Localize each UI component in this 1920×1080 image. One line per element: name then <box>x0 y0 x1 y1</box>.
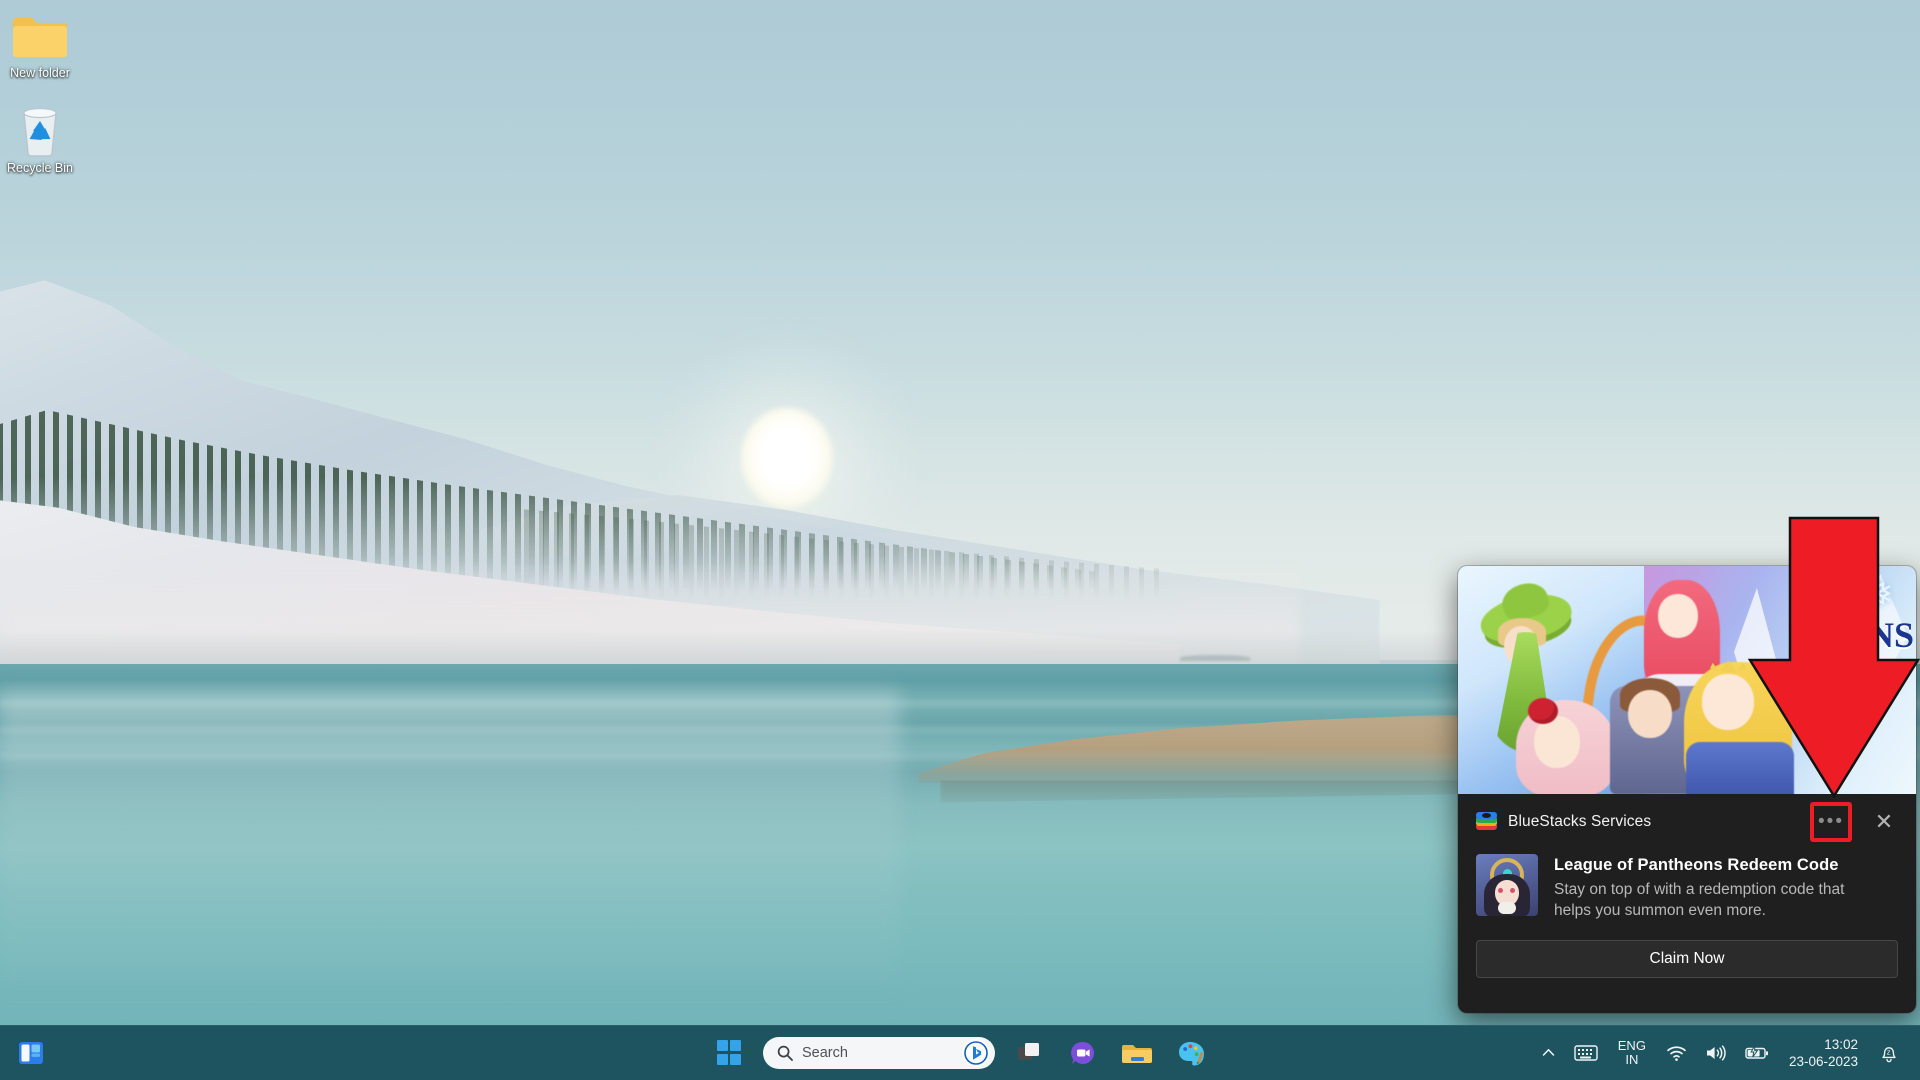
paint-icon <box>1179 1041 1204 1065</box>
recycle-bin-icon <box>0 103 88 157</box>
bell-dnd-icon: z <box>1882 1046 1896 1062</box>
banner-character-face <box>1702 674 1754 730</box>
file-explorer-icon <box>1122 1044 1152 1063</box>
volume-icon <box>1706 1044 1726 1061</box>
battery-icon <box>1745 1044 1768 1059</box>
taskbar: Search ENG IN 13:02 23-06-2023 z <box>0 1025 1920 1080</box>
tray-time: 13:02 <box>1824 1036 1858 1052</box>
banner-character-face <box>1628 690 1672 738</box>
banner-game-logo-of: OF <box>1825 644 1844 659</box>
desktop-icon-recycle-bin[interactable]: Recycle Bin <box>0 103 88 175</box>
notification-toast[interactable]: ❅ LE OF NS BlueStacks Services ••• ✕ Lea… <box>1458 566 1916 1013</box>
thumbnail-eye <box>1498 888 1503 893</box>
language-primary: ENG <box>1617 1037 1646 1053</box>
notification-thumbnail <box>1476 854 1538 916</box>
desktop-icon-label: Recycle Bin <box>7 161 73 175</box>
wifi-icon <box>1667 1045 1686 1061</box>
notification-body: League of Pantheons Redeem Code Stay on … <box>1458 850 1916 921</box>
banner-snowflake-icon: ❅ <box>1860 573 1894 617</box>
taskbar-icon-task-view[interactable] <box>1009 1033 1049 1073</box>
network-button[interactable] <box>1658 1033 1695 1073</box>
desktop-icon-new-folder[interactable]: New folder <box>0 8 88 80</box>
claim-now-button[interactable]: Claim Now <box>1476 940 1898 978</box>
taskbar-icon-paint[interactable] <box>1171 1033 1211 1073</box>
keyboard-icon <box>1574 1044 1598 1061</box>
widgets-button[interactable] <box>14 1036 48 1070</box>
chat-icon <box>1071 1041 1095 1064</box>
start-button[interactable] <box>709 1033 749 1073</box>
search-icon <box>777 1045 793 1061</box>
windows-logo-icon <box>716 1040 742 1065</box>
notification-header-actions: ••• ✕ <box>1810 802 1904 842</box>
language-secondary: IN <box>1625 1051 1639 1067</box>
thumbnail-hand <box>1498 902 1516 914</box>
thumbnail-eye <box>1510 888 1515 893</box>
notification-description: Stay on top of with a redemption code th… <box>1554 881 1845 919</box>
bluestacks-logo-icon <box>1476 811 1497 833</box>
notifications-button[interactable]: z <box>1870 1033 1908 1073</box>
tray-overflow-button[interactable] <box>1533 1033 1564 1073</box>
bing-chat-icon[interactable] <box>962 1038 990 1067</box>
notification-text-block: League of Pantheons Redeem Code Stay on … <box>1554 854 1884 921</box>
system-tray: ENG IN 13:02 23-06-2023 z <box>1533 1025 1920 1080</box>
wallpaper-sun <box>741 408 833 508</box>
banner-rose <box>1528 698 1558 724</box>
chevron-up-icon <box>1542 1048 1555 1056</box>
volume-button[interactable] <box>1697 1033 1735 1073</box>
taskbar-icon-chat[interactable] <box>1063 1033 1103 1073</box>
search-input[interactable]: Search <box>763 1036 995 1069</box>
banner-game-logo-ns: NS <box>1867 615 1914 655</box>
banner-character-dress <box>1686 742 1794 794</box>
language-indicator[interactable]: ENG IN <box>1608 1033 1656 1073</box>
wallpaper-lake-reflection <box>0 690 900 990</box>
wallpaper-far-island <box>1180 655 1250 661</box>
touch-keyboard-button[interactable] <box>1566 1033 1606 1073</box>
clock-button[interactable]: 13:02 23-06-2023 <box>1779 1033 1868 1073</box>
desktop-icon-label: New folder <box>10 66 70 80</box>
more-options-button[interactable]: ••• <box>1810 802 1852 842</box>
notification-title: League of Pantheons Redeem Code <box>1554 856 1839 874</box>
tray-date: 23-06-2023 <box>1788 1053 1858 1069</box>
folder-icon <box>0 8 88 62</box>
search-placeholder-text: Search <box>802 1044 848 1061</box>
task-view-icon <box>1018 1042 1039 1060</box>
banner-game-logo-le: LE <box>1816 610 1864 647</box>
battery-button[interactable] <box>1737 1033 1777 1073</box>
notification-header: BlueStacks Services ••• ✕ <box>1458 794 1916 850</box>
taskbar-icon-file-explorer[interactable] <box>1117 1033 1157 1073</box>
banner-character-face <box>1658 594 1698 638</box>
taskbar-center-group: Search <box>709 1033 1211 1073</box>
svg-text:z: z <box>1887 1047 1891 1056</box>
notification-app-name: BlueStacks Services <box>1508 813 1652 830</box>
notification-banner-image[interactable]: ❅ LE OF NS <box>1458 566 1916 794</box>
close-icon[interactable]: ✕ <box>1864 802 1904 842</box>
